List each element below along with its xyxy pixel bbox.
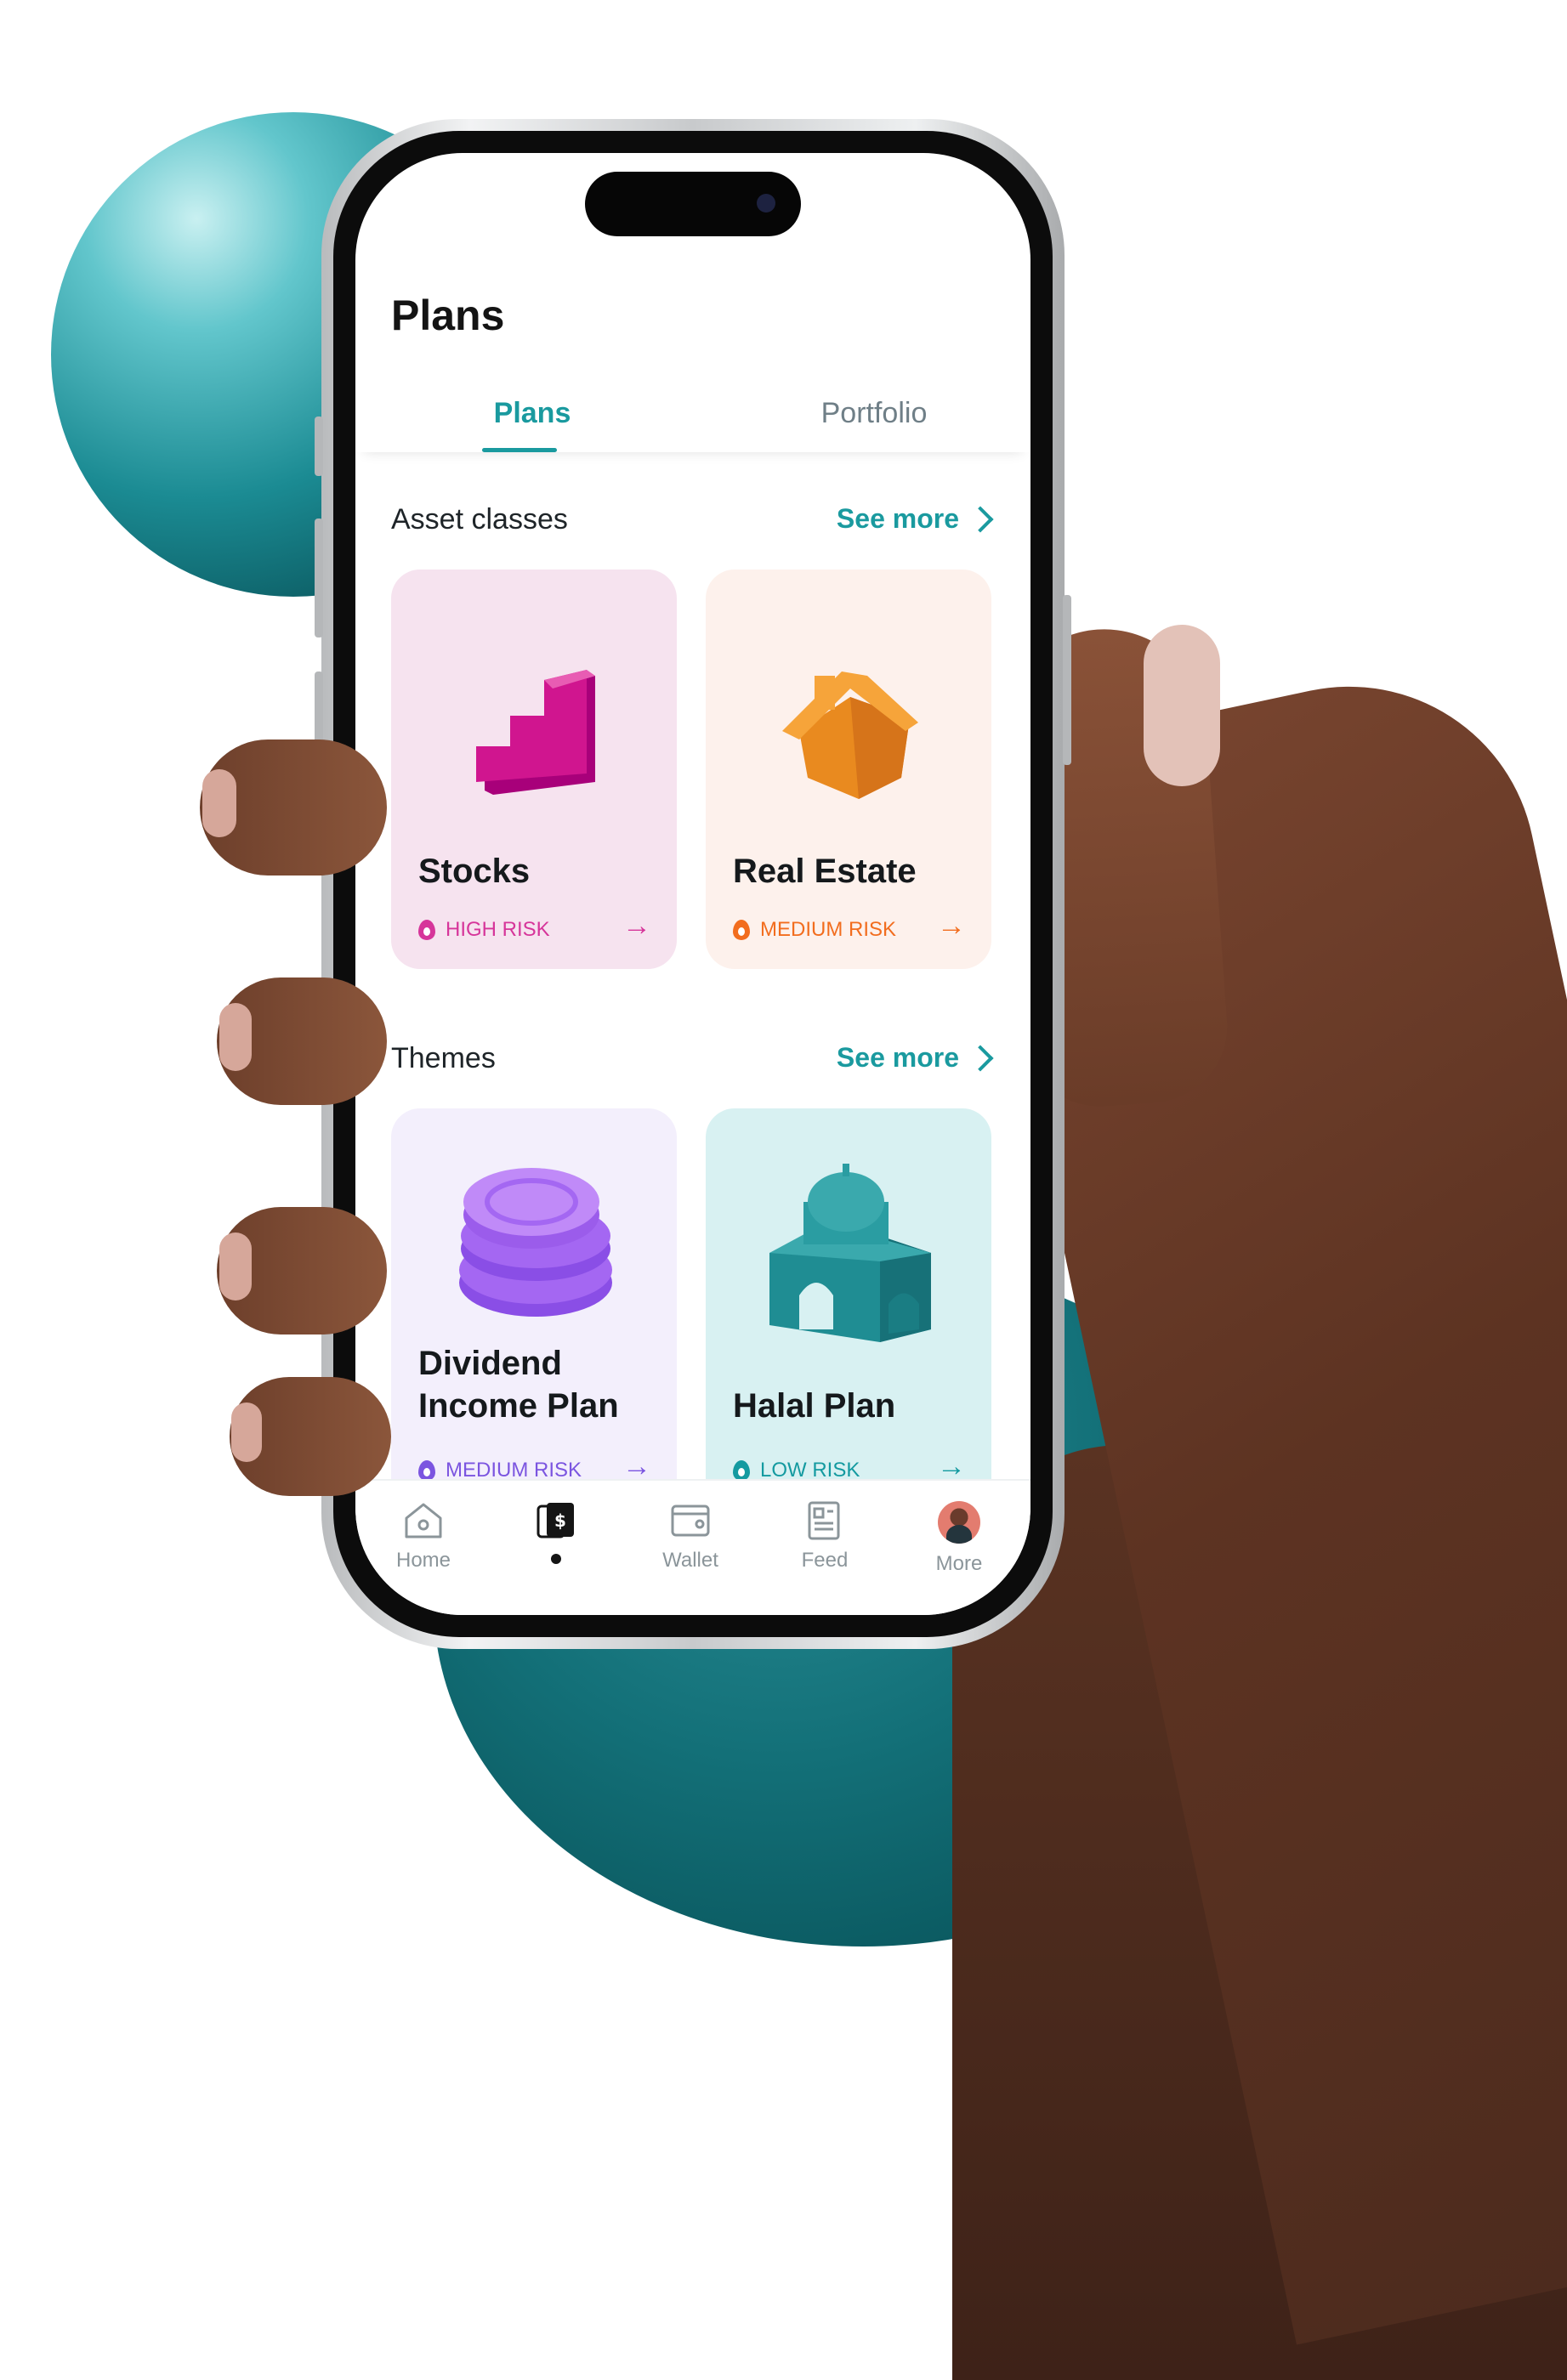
- phone-side-button: [1063, 595, 1071, 765]
- camera-icon: [757, 194, 775, 212]
- section-title: Themes: [391, 1042, 496, 1074]
- card-dividend-income-plan[interactable]: Dividend Income Plan MEDIUM RISK →: [391, 1108, 677, 1508]
- arrow-right-icon: →: [622, 910, 651, 942]
- teal-mosque-icon: [769, 1164, 931, 1342]
- risk-badge: HIGH RISK: [418, 918, 550, 942]
- see-more-link[interactable]: See more: [837, 503, 996, 535]
- tab-bar: Plans Portfolio: [355, 374, 1030, 452]
- dynamic-island: [585, 172, 801, 236]
- chevron-right-icon: [967, 505, 994, 533]
- svg-text:$: $: [554, 1510, 566, 1531]
- flame-icon: [733, 920, 750, 940]
- see-more-label: See more: [836, 1042, 959, 1073]
- section-title: Asset classes: [391, 503, 568, 536]
- finger-nail: [219, 1003, 252, 1071]
- see-more-label: See more: [836, 503, 959, 534]
- see-more-link[interactable]: See more: [837, 1042, 996, 1074]
- nav-item-home[interactable]: Home: [372, 1501, 474, 1572]
- chevron-right-icon: [967, 1044, 994, 1072]
- pink-stairs-icon: [476, 670, 595, 795]
- card-real-estate[interactable]: Real Estate MEDIUM RISK →: [706, 570, 991, 969]
- card-title: Stocks: [418, 853, 531, 890]
- flame-icon: [733, 1460, 750, 1481]
- nav-label: Home: [395, 1549, 451, 1572]
- active-tab-indicator: [482, 448, 557, 452]
- nav-item-plans[interactable]: $: [505, 1501, 607, 1564]
- risk-badge: MEDIUM RISK: [733, 918, 896, 942]
- finger-nail: [219, 1232, 252, 1300]
- risk-label: HIGH RISK: [446, 918, 550, 941]
- phone-side-button: [315, 518, 323, 638]
- risk-label: MEDIUM RISK: [760, 918, 897, 941]
- arrow-right-icon: →: [937, 910, 966, 942]
- card-halal-plan[interactable]: Halal Plan LOW RISK →: [706, 1108, 991, 1508]
- plans-dollar-icon: $: [535, 1501, 577, 1540]
- orange-house-icon: [782, 672, 918, 799]
- wallet-icon: [669, 1501, 712, 1540]
- flame-icon: [418, 1460, 435, 1481]
- avatar: [938, 1501, 980, 1544]
- bottom-nav: Home $ Wallet Feed More: [355, 1479, 1030, 1615]
- nav-label: More: [935, 1552, 983, 1575]
- phone-screen: Plans Plans Portfolio Asset classes See …: [355, 153, 1030, 1615]
- finger-nail: [202, 769, 236, 837]
- nav-label: Feed: [801, 1549, 849, 1572]
- thumb-nail: [1144, 625, 1220, 786]
- card-stocks[interactable]: Stocks HIGH RISK →: [391, 570, 677, 969]
- feed-icon: [803, 1501, 846, 1540]
- nav-item-more[interactable]: More: [908, 1501, 1010, 1576]
- section-header-themes: Themes See more: [391, 1042, 996, 1085]
- tab-portfolio[interactable]: Portfolio: [764, 374, 985, 452]
- nav-label: Wallet: [662, 1549, 718, 1572]
- active-indicator-dot: [551, 1554, 561, 1564]
- card-title: Halal Plan: [733, 1387, 896, 1425]
- purple-coins-icon: [459, 1168, 612, 1317]
- nav-item-wallet[interactable]: Wallet: [639, 1501, 741, 1572]
- nav-item-feed[interactable]: Feed: [774, 1501, 876, 1572]
- flame-icon: [418, 920, 435, 940]
- tab-plans[interactable]: Plans: [440, 374, 624, 452]
- phone-side-button: [315, 416, 323, 476]
- home-icon: [402, 1501, 445, 1540]
- section-header-asset-classes: Asset classes See more: [391, 503, 996, 546]
- page-title: Plans: [391, 292, 505, 339]
- finger-nail: [231, 1402, 262, 1462]
- card-title: Dividend Income Plan: [418, 1345, 619, 1425]
- card-title: Real Estate: [733, 853, 917, 890]
